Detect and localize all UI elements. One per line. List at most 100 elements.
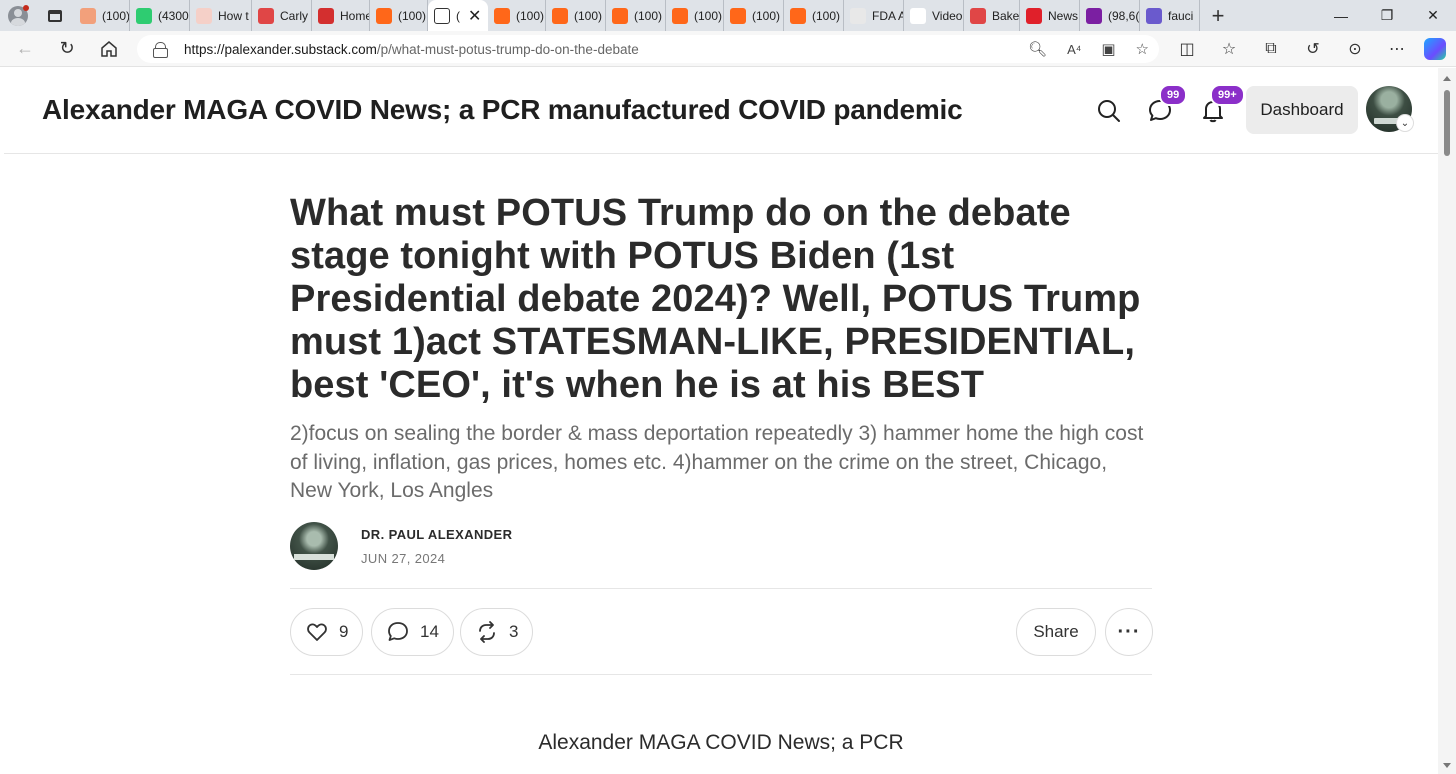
divider [290, 588, 1152, 589]
browser-tab[interactable]: (100) [370, 0, 428, 31]
share-button[interactable]: Share [1016, 608, 1096, 656]
site-title[interactable]: Alexander MAGA COVID News; a PCR manufac… [42, 94, 963, 126]
refresh-button[interactable]: ↻ [46, 31, 88, 67]
browser-tab[interactable]: (98,6( [1080, 0, 1140, 31]
browser-tab[interactable]: (100) [724, 0, 784, 31]
search-button[interactable] [1096, 98, 1122, 124]
new-tab-button[interactable]: + [1200, 0, 1236, 31]
tab-label: (100) [634, 8, 663, 23]
tab-label: (100) [398, 8, 427, 23]
restack-button[interactable]: 3 [460, 608, 534, 656]
browser-tab[interactable]: (100) [606, 0, 666, 31]
scroll-down-arrow[interactable] [1443, 763, 1451, 768]
url-text[interactable]: https://palexander.substack.com/p/what-m… [184, 42, 639, 57]
home-button[interactable] [88, 31, 130, 67]
tab-favicon-icon [1146, 7, 1162, 24]
tab-label: FDA A [872, 8, 904, 23]
browser-tab[interactable]: (100) [666, 0, 724, 31]
tab-favicon-icon [136, 7, 152, 24]
restack-icon [479, 621, 495, 643]
browser-tab[interactable]: (100) [546, 0, 606, 31]
url-domain: https://palexander.substack.com [184, 41, 377, 57]
collections-icon[interactable]: ⧉ [1250, 40, 1292, 58]
dashboard-button[interactable]: Dashboard [1246, 86, 1358, 134]
tab-favicon-icon [1086, 7, 1102, 24]
immersive-reader-icon[interactable]: ▣ [1101, 40, 1115, 58]
window-controls: — ❐ ✕ [1318, 0, 1456, 31]
browser-tab[interactable]: Home [312, 0, 370, 31]
browser-tab[interactable]: (100) [74, 0, 130, 31]
address-bar-actions: 🔍︎ A⁴ ▣ ☆ [1028, 35, 1149, 63]
tab-favicon-icon [850, 7, 866, 24]
browser-tab[interactable]: Carly [252, 0, 312, 31]
restack-count: 3 [509, 622, 519, 641]
tab-label: How t [218, 8, 249, 23]
browser-tab[interactable]: FDA A [844, 0, 904, 31]
comment-count: 14 [420, 622, 439, 641]
post-body-lead: Alexander MAGA COVID News; a PCR [538, 731, 904, 754]
browser-tab[interactable]: Video [904, 0, 964, 31]
page-viewport: Alexander MAGA COVID News; a PCR manufac… [4, 68, 1438, 774]
close-window-button[interactable]: ✕ [1410, 0, 1456, 31]
tab-favicon-icon [376, 7, 392, 24]
history-icon[interactable]: ↺ [1292, 39, 1334, 59]
scrollbar-thumb[interactable] [1444, 90, 1450, 156]
scroll-up-arrow[interactable] [1443, 76, 1451, 81]
chevron-down-icon[interactable]: ⌄ [1396, 114, 1414, 132]
tab-favicon-icon [672, 7, 688, 24]
tab-favicon-icon [970, 7, 986, 24]
tab-actions-button[interactable] [36, 0, 74, 31]
comment-button[interactable]: 14 [371, 608, 454, 656]
post-subtitle: 2)focus on sealing the border & mass dep… [290, 422, 1144, 502]
address-bar[interactable]: https://palexander.substack.com/p/what-m… [137, 35, 1159, 63]
tab-label: Baker [992, 8, 1020, 23]
copilot-icon[interactable] [1424, 38, 1446, 60]
notifications-button[interactable]: 99+ [1200, 84, 1245, 124]
divider [290, 674, 1152, 675]
chat-button[interactable]: 99 [1147, 84, 1188, 124]
post-date: JUN 27, 2024 [361, 551, 446, 566]
author-avatar[interactable] [290, 522, 338, 570]
more-options-button[interactable]: ··· [1105, 608, 1153, 656]
home-icon [101, 40, 117, 57]
tab-label: (100) [102, 8, 130, 23]
back-button[interactable]: ← [4, 31, 46, 67]
page-scrollbar[interactable] [1438, 68, 1456, 774]
split-screen-icon[interactable]: ◫ [1166, 39, 1208, 59]
heart-icon [307, 623, 327, 641]
tab-label: ( [456, 8, 460, 23]
browser-tab[interactable]: (4300 [130, 0, 190, 31]
browser-tab[interactable]: How t [190, 0, 252, 31]
tab-label: fauci [1168, 8, 1194, 23]
browser-tab[interactable]: fauci [1140, 0, 1200, 31]
browser-tab[interactable]: News [1020, 0, 1080, 31]
read-aloud-icon[interactable]: A⁴ [1067, 42, 1081, 57]
like-button[interactable]: 9 [290, 608, 364, 656]
settings-more-icon[interactable]: ⋯ [1376, 39, 1418, 59]
like-count: 9 [339, 622, 349, 641]
tab-favicon-icon [434, 7, 450, 24]
browser-tab[interactable]: (100) [784, 0, 844, 31]
tab-favicon-icon [730, 7, 746, 24]
browser-tab[interactable]: (✕ [428, 0, 488, 31]
author-name[interactable]: DR. PAUL ALEXANDER [361, 527, 512, 542]
close-tab-icon[interactable]: ✕ [468, 6, 481, 26]
browser-tab[interactable]: Baker [964, 0, 1020, 31]
tab-label: (100) [752, 8, 781, 23]
zoom-icon[interactable]: 🔍︎ [1028, 40, 1047, 58]
tab-favicon-icon [318, 7, 334, 24]
profile-button[interactable] [0, 0, 36, 31]
address-toolbar: ← ↻ https://palexander.substack.com/p/wh… [0, 31, 1456, 67]
browser-tab[interactable]: (100) [488, 0, 546, 31]
restore-button[interactable]: ❐ [1364, 0, 1410, 31]
minimize-button[interactable]: — [1318, 0, 1364, 31]
tab-favicon-icon [612, 7, 628, 24]
favorite-star-icon[interactable]: ☆ [1136, 40, 1149, 58]
tab-label: (100) [574, 8, 603, 23]
tab-label: Video [932, 8, 963, 23]
tab-label: (4300 [158, 8, 189, 23]
favorites-icon[interactable]: ☆ [1208, 39, 1250, 59]
extensions-icon[interactable]: ⊙ [1334, 39, 1376, 59]
tab-list: (100) (4300 How t Carly Home (100)(✕ (100) (100… [74, 0, 1200, 31]
tab-label: (98,6( [1108, 8, 1140, 23]
